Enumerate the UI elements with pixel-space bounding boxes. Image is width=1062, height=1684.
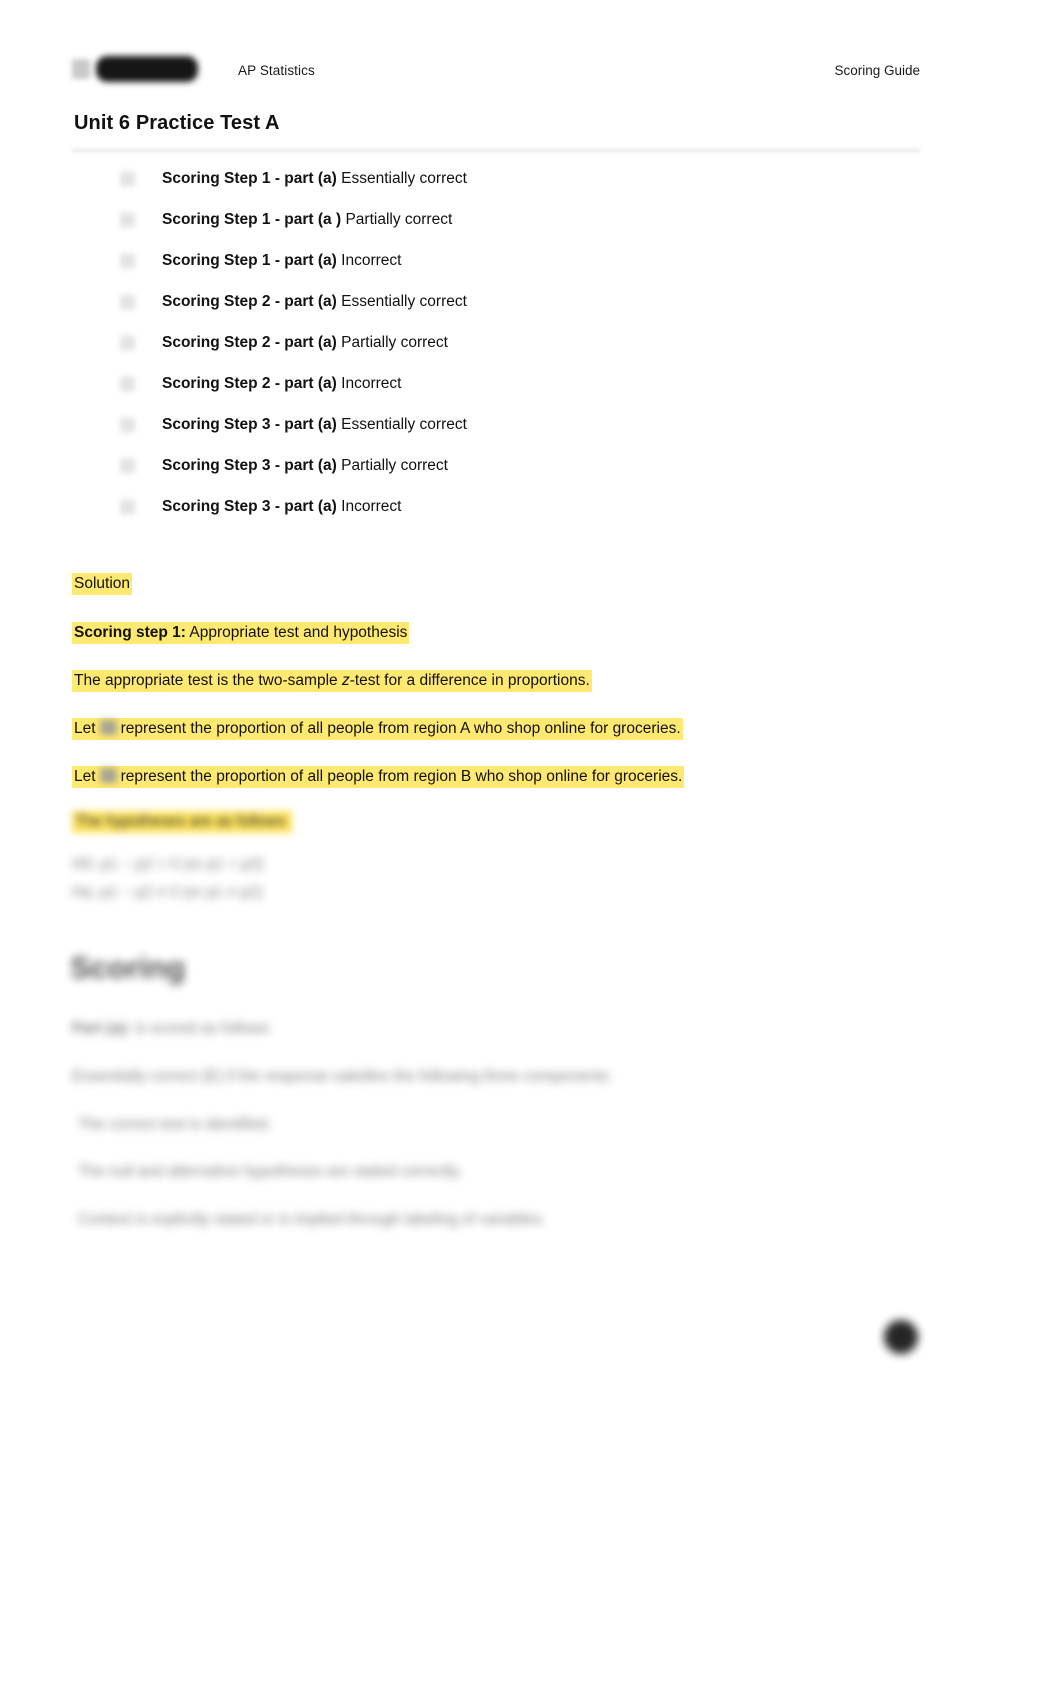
collegeboard-wordmark-redacted-icon: [96, 56, 198, 82]
scoring-criteria-intro: Essentially correct (E) if the response …: [72, 1068, 613, 1085]
checkbox-unchecked-icon[interactable]: [120, 499, 135, 514]
option-label: Scoring Step 3 - part (a) Essentially co…: [162, 416, 467, 434]
appropriate-test-sentence: The appropriate test is the two-sample z…: [72, 670, 592, 692]
list-item[interactable]: Scoring Step 2 - part (a) Incorrect: [0, 363, 1062, 404]
checkbox-unchecked-icon[interactable]: [120, 294, 135, 309]
list-item[interactable]: Scoring Step 3 - part (a) Incorrect: [0, 486, 1062, 527]
option-label: Scoring Step 2 - part (a) Essentially co…: [162, 293, 467, 311]
scoring-options-list: Scoring Step 1 - part (a) Essentially co…: [0, 158, 1062, 527]
option-label-strong: Scoring Step 1 - part (a): [162, 251, 337, 269]
math-symbol-p1-icon: [99, 720, 117, 735]
header-divider: [72, 146, 920, 153]
checkbox-unchecked-icon[interactable]: [120, 417, 135, 432]
option-label: Scoring Step 1 - part (a ) Partially cor…: [162, 211, 452, 229]
option-label-strong: Scoring Step 2 - part (a): [162, 374, 337, 392]
brand-logo: [72, 56, 198, 82]
list-item[interactable]: Scoring Step 3 - part (a) Essentially co…: [0, 404, 1062, 445]
option-label-rest: Partially correct: [341, 333, 448, 351]
scoring-step-1-text: Appropriate test and hypothesis: [185, 624, 408, 641]
option-label: Scoring Step 1 - part (a) Essentially co…: [162, 170, 467, 188]
hypotheses-intro-text: The hypotheses are as follows:: [72, 811, 292, 833]
option-label-rest: Essentially correct: [341, 415, 467, 433]
collegeboard-acorn-icon: [72, 59, 90, 79]
checkbox-unchecked-icon[interactable]: [120, 458, 135, 473]
option-label-strong: Scoring Step 3 - part (a): [162, 415, 337, 433]
let-p2-pre: Let: [74, 768, 96, 785]
scoring-bullet: The null and alternative hypotheses are …: [78, 1163, 462, 1180]
scoring-step-1-label: Scoring step 1:: [74, 624, 186, 641]
header-course-label: AP Statistics: [238, 63, 315, 78]
scoring-heading: Scoring: [70, 950, 186, 985]
page-header: AP Statistics Scoring Guide: [0, 56, 1062, 94]
list-item[interactable]: Scoring Step 2 - part (a) Partially corr…: [0, 322, 1062, 363]
let-p1-post: represent the proportion of all people f…: [120, 720, 681, 737]
scoring-bullet: The correct test is identified.: [78, 1116, 272, 1133]
scoring-part-text: is scored as follows: [130, 1020, 270, 1037]
scoring-step-1-line: Scoring step 1: Appropriate test and hyp…: [72, 622, 410, 644]
let-p1-definition: Let represent the proportion of all peopl…: [72, 718, 683, 740]
scoring-part-label: Part (a):: [72, 1020, 131, 1037]
checkbox-unchecked-icon[interactable]: [120, 376, 135, 391]
checkbox-unchecked-icon[interactable]: [120, 335, 135, 350]
option-label-strong: Scoring Step 2 - part (a): [162, 292, 337, 310]
document-page: AP Statistics Scoring Guide Unit 6 Pract…: [0, 0, 1062, 1684]
hypotheses-intro-line: The hypotheses are as follows:: [72, 811, 292, 833]
option-label-rest: Incorrect: [341, 251, 402, 269]
test-sentence-variable: z: [341, 672, 350, 689]
option-label: Scoring Step 1 - part (a) Incorrect: [162, 252, 401, 270]
option-label-strong: Scoring Step 3 - part (a): [162, 497, 337, 515]
list-item[interactable]: Scoring Step 3 - part (a) Partially corr…: [0, 445, 1062, 486]
scoring-bullet: Context is explicitly stated or is impli…: [78, 1211, 546, 1228]
option-label-rest: Partially correct: [345, 210, 453, 228]
option-label-rest: Essentially correct: [341, 292, 467, 310]
option-label: Scoring Step 2 - part (a) Incorrect: [162, 375, 401, 393]
option-label-strong: Scoring Step 1 - part (a ): [162, 210, 342, 228]
option-label-strong: Scoring Step 3 - part (a): [162, 456, 337, 474]
list-item[interactable]: Scoring Step 2 - part (a) Essentially co…: [0, 281, 1062, 322]
let-p1-pre: Let: [74, 720, 96, 737]
option-label: Scoring Step 3 - part (a) Partially corr…: [162, 457, 448, 475]
option-label-strong: Scoring Step 1 - part (a): [162, 169, 337, 187]
option-label-strong: Scoring Step 2 - part (a): [162, 333, 337, 351]
list-item[interactable]: Scoring Step 1 - part (a ) Partially cor…: [0, 199, 1062, 240]
hypothesis-null-line: H0: p1 − p2 = 0 (or p1 = p2): [72, 856, 264, 873]
page-title: Unit 6 Practice Test A: [74, 112, 280, 134]
option-label: Scoring Step 3 - part (a) Incorrect: [162, 498, 401, 516]
option-label: Scoring Step 2 - part (a) Partially corr…: [162, 334, 448, 352]
hypothesis-alternative-line: Ha: p1 − p2 ≠ 0 (or p1 ≠ p2): [72, 884, 263, 901]
solution-heading: Solution: [72, 573, 133, 595]
let-p2-post: represent the proportion of all people f…: [120, 768, 683, 785]
option-label-rest: Essentially correct: [341, 169, 467, 187]
math-symbol-p2-icon: [99, 768, 117, 783]
checkbox-unchecked-icon[interactable]: [120, 171, 135, 186]
let-p2-definition: Let represent the proportion of all peopl…: [72, 766, 685, 788]
dark-circle-badge-icon[interactable]: [884, 1320, 918, 1354]
list-item[interactable]: Scoring Step 1 - part (a) Essentially co…: [0, 158, 1062, 199]
scoring-part-line: Part (a): is scored as follows: [72, 1020, 269, 1038]
list-item[interactable]: Scoring Step 1 - part (a) Incorrect: [0, 240, 1062, 281]
header-document-type-label: Scoring Guide: [834, 63, 920, 78]
checkbox-unchecked-icon[interactable]: [120, 253, 135, 268]
checkbox-unchecked-icon[interactable]: [120, 212, 135, 227]
test-sentence-pre: The appropriate test is the two-sample: [74, 672, 342, 689]
option-label-rest: Incorrect: [341, 497, 402, 515]
solution-heading-text: Solution: [72, 573, 133, 595]
test-sentence-post: -test for a difference in proportions.: [349, 672, 590, 689]
option-label-rest: Partially correct: [341, 456, 448, 474]
option-label-rest: Incorrect: [341, 374, 402, 392]
